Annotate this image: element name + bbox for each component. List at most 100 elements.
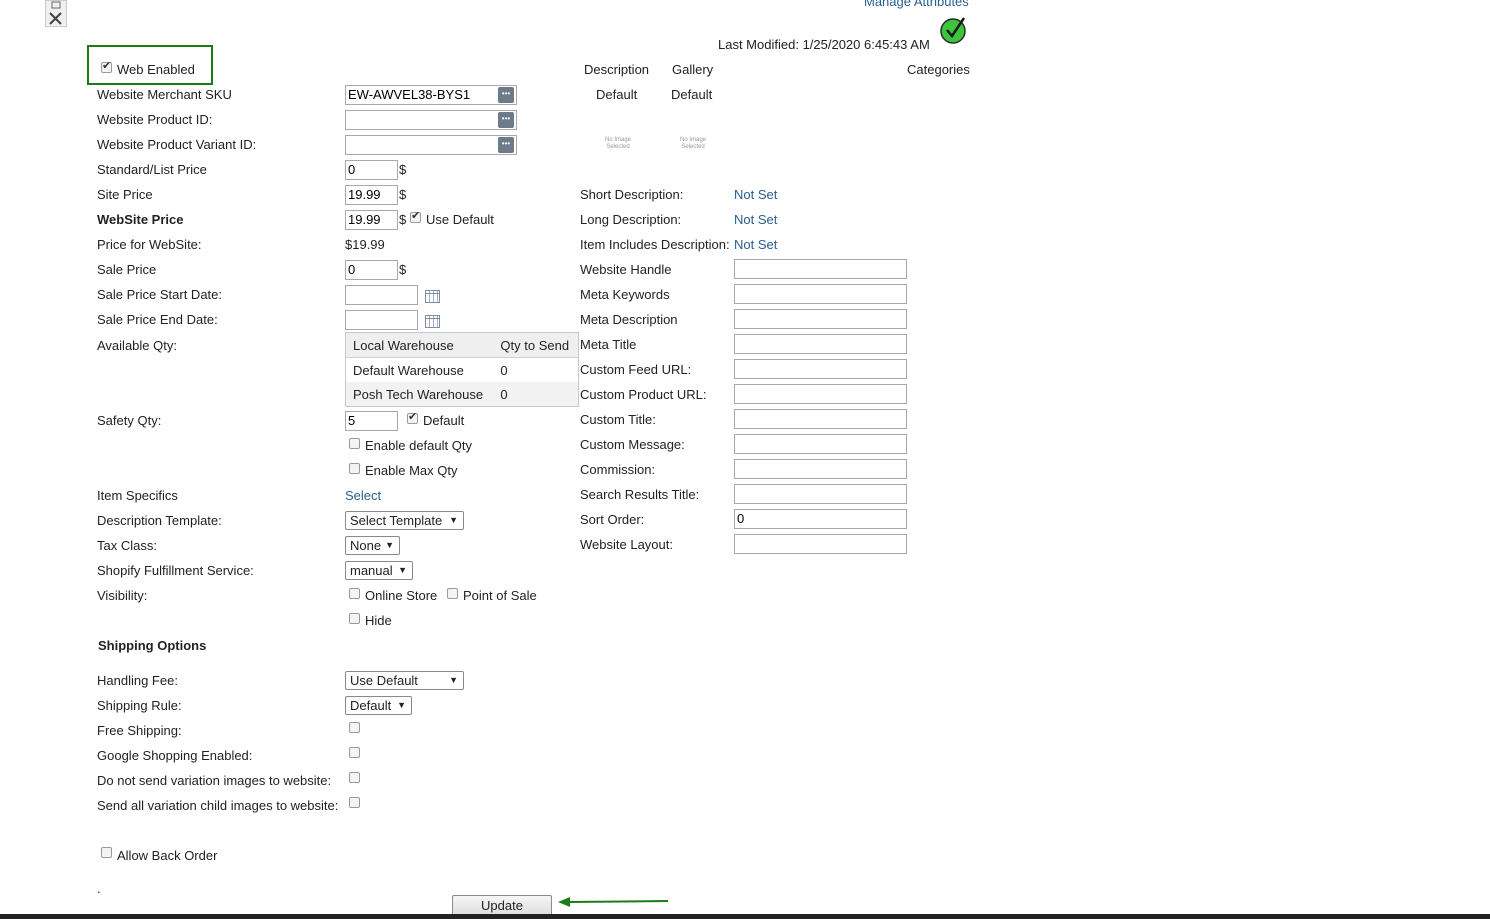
categories-header: Categories <box>907 62 970 77</box>
all-variation-images-label: Send all variation child images to websi… <box>97 798 339 813</box>
sale-end-label: Sale Price End Date: <box>97 312 218 327</box>
point-of-sale-checkbox[interactable] <box>447 588 458 599</box>
hide-checkbox[interactable] <box>349 613 360 624</box>
site-price-input[interactable]: 19.99 <box>345 185 398 205</box>
warehouse-qty: 0 <box>500 362 508 378</box>
price-for-website-value: $19.99 <box>345 237 385 252</box>
safety-qty-input[interactable]: 5 <box>345 411 398 431</box>
enable-max-qty-label: Enable Max Qty <box>365 463 458 478</box>
enable-default-qty-checkbox[interactable] <box>349 438 360 449</box>
website-price-label: WebSite Price <box>97 212 184 227</box>
save-check-icon[interactable] <box>940 15 970 48</box>
sale-end-input[interactable] <box>345 310 418 330</box>
sale-start-label: Sale Price Start Date: <box>97 287 222 302</box>
safety-default-label: Default <box>423 413 465 428</box>
short-description-link[interactable]: Not Set <box>734 187 777 202</box>
custom-product-url-label: Custom Product URL: <box>580 387 707 402</box>
sale-price-input[interactable]: 0 <box>345 260 398 280</box>
handling-fee-label: Handling Fee: <box>97 673 178 688</box>
sale-end-calendar-icon[interactable] <box>425 315 440 328</box>
long-description-link[interactable]: Not Set <box>734 212 777 227</box>
website-handle-input[interactable] <box>734 259 907 279</box>
custom-title-input[interactable] <box>734 409 907 429</box>
no-variation-images-checkbox[interactable] <box>349 772 360 783</box>
gallery-no-image[interactable]: No Image Selected <box>668 137 718 151</box>
meta-keywords-label: Meta Keywords <box>580 287 670 302</box>
product-id-picker-icon[interactable]: ••• <box>498 112 514 128</box>
point-of-sale-label: Point of Sale <box>463 588 537 603</box>
description-template-select[interactable]: Select Template ▼ <box>345 511 464 530</box>
fulfillment-label: Shopify Fulfillment Service: <box>97 563 254 578</box>
safety-default-checkbox[interactable] <box>407 410 418 424</box>
website-layout-input[interactable] <box>734 534 907 554</box>
commission-input[interactable] <box>734 459 907 479</box>
website-layout-label: Website Layout: <box>580 537 673 552</box>
update-button[interactable]: Update <box>452 895 552 916</box>
chevron-down-icon: ▼ <box>385 540 394 550</box>
meta-description-label: Meta Description <box>580 312 678 327</box>
variant-id-input[interactable] <box>345 135 517 155</box>
shipping-rule-select[interactable]: Default ▼ <box>345 696 412 715</box>
tax-class-select[interactable]: None ▼ <box>345 536 400 555</box>
enable-default-qty-label: Enable default Qty <box>365 438 472 453</box>
free-shipping-label: Free Shipping: <box>97 723 182 738</box>
all-variation-images-checkbox[interactable] <box>349 797 360 808</box>
tools-icon[interactable] <box>45 0 67 27</box>
meta-keywords-input[interactable] <box>734 284 907 304</box>
site-price-label: Site Price <box>97 187 153 202</box>
merchant-sku-input[interactable]: EW-AWVEL38-BYS1 <box>345 85 517 105</box>
google-shopping-label: Google Shopping Enabled: <box>97 748 253 763</box>
price-for-website-label: Price for WebSite: <box>97 237 202 252</box>
table-row: Default Warehouse 0 <box>346 358 578 383</box>
allow-back-order-checkbox[interactable] <box>101 847 112 858</box>
description-no-image[interactable]: No Image Selected <box>593 137 643 151</box>
sort-order-input[interactable]: 0 <box>734 509 907 529</box>
sale-start-input[interactable] <box>345 285 418 305</box>
custom-feed-url-label: Custom Feed URL: <box>580 362 692 377</box>
standard-price-input[interactable]: 0 <box>345 160 398 180</box>
website-price-unit: $ <box>399 212 407 227</box>
search-results-title-input[interactable] <box>734 484 907 504</box>
commission-label: Commission: <box>580 462 656 477</box>
item-includes-link[interactable]: Not Set <box>734 237 777 252</box>
custom-feed-url-input[interactable] <box>734 359 907 379</box>
sale-price-label: Sale Price <box>97 262 157 277</box>
item-specifics-select-link[interactable]: Select <box>345 488 381 503</box>
item-specifics-label: Item Specifics <box>97 488 178 503</box>
site-price-unit: $ <box>399 187 407 202</box>
meta-description-input[interactable] <box>734 309 907 329</box>
website-price-input[interactable]: 19.99 <box>345 210 398 230</box>
table-row: Posh Tech Warehouse 0 <box>346 382 578 406</box>
web-enabled-label: Web Enabled <box>117 62 195 77</box>
allow-back-order-label: Allow Back Order <box>117 848 218 863</box>
search-results-title-label: Search Results Title: <box>580 487 700 502</box>
description-default: Default <box>596 87 638 102</box>
enable-max-qty-checkbox[interactable] <box>349 463 360 474</box>
handling-fee-select[interactable]: Use Default ▼ <box>345 671 464 690</box>
online-store-label: Online Store <box>365 588 438 603</box>
meta-title-input[interactable] <box>734 334 907 354</box>
chevron-down-icon: ▼ <box>398 565 407 575</box>
free-shipping-checkbox[interactable] <box>349 722 360 733</box>
use-default-checkbox[interactable] <box>410 209 421 223</box>
last-modified-label: Last Modified: 1/25/2020 6:45:43 AM <box>718 37 930 52</box>
web-enabled-checkbox[interactable] <box>101 59 112 73</box>
variant-id-picker-icon[interactable]: ••• <box>498 137 514 153</box>
warehouse-qty: 0 <box>500 386 508 402</box>
use-default-label: Use Default <box>426 212 494 227</box>
custom-product-url-input[interactable] <box>734 384 907 404</box>
manage-attributes-link[interactable]: Manage Attributes <box>864 0 969 9</box>
tax-class-label: Tax Class: <box>97 538 157 553</box>
no-variation-images-label: Do not send variation images to website: <box>97 773 332 788</box>
gallery-default: Default <box>671 87 713 102</box>
website-handle-label: Website Handle <box>580 262 672 277</box>
warehouse-table: Local Warehouse Qty to Send Default Ware… <box>345 332 579 407</box>
custom-message-input[interactable] <box>734 434 907 454</box>
google-shopping-checkbox[interactable] <box>349 747 360 758</box>
fulfillment-select[interactable]: manual ▼ <box>345 561 413 580</box>
online-store-checkbox[interactable] <box>349 588 360 599</box>
product-id-input[interactable] <box>345 110 517 130</box>
sale-start-calendar-icon[interactable] <box>425 290 440 303</box>
sku-picker-icon[interactable]: ••• <box>498 87 514 103</box>
qty-col-header: Qty to Send <box>500 337 570 353</box>
